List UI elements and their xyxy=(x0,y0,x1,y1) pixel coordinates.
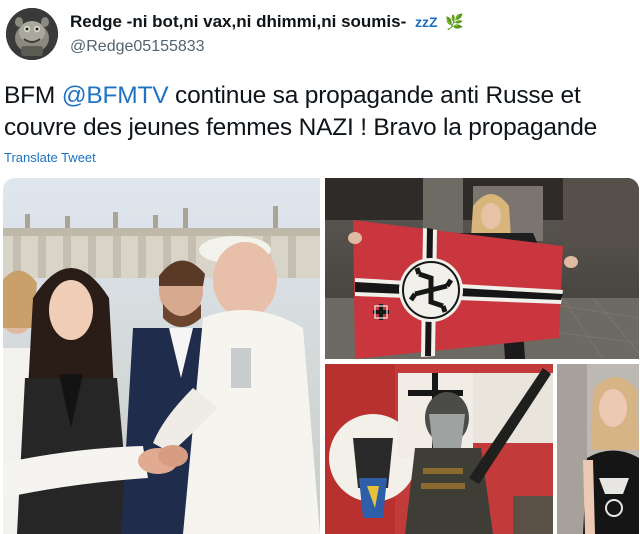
media-grid xyxy=(3,178,639,534)
goblin-avatar-icon xyxy=(6,8,58,60)
tweet-text-line-2: couvre des jeunes femmes NAZI ! Bravo la… xyxy=(4,114,598,141)
woman-in-tank-top-photo[interactable] xyxy=(557,364,639,534)
avatar[interactable] xyxy=(6,8,58,60)
woman-holding-flag-in-ruins-photo[interactable] xyxy=(325,178,639,360)
pope-handshake-photo[interactable] xyxy=(3,178,320,534)
display-name-text: Redge -ni bot,ni vax,ni dhimmi,ni soumis… xyxy=(70,12,407,31)
tweet-text: BFM @BFMTV continue sa propagande anti R… xyxy=(4,80,640,144)
armed-masked-person-with-flags-photo[interactable] xyxy=(325,364,553,534)
leaf-emoji-icon: 🌿 xyxy=(445,14,464,31)
translate-tweet-link[interactable]: Translate Tweet xyxy=(4,150,96,165)
tweet-text-prefix: BFM xyxy=(4,82,62,109)
tweet-text-line1-rest: continue sa propagande anti Russe et xyxy=(168,82,581,109)
sleep-emoji-icon: zzZ xyxy=(414,14,438,30)
mention-link[interactable]: @BFMTV xyxy=(62,82,169,109)
tweet-text-line-1: BFM @BFMTV continue sa propagande anti R… xyxy=(4,80,640,112)
author-display-name[interactable]: Redge -ni bot,ni vax,ni dhimmi,ni soumis… xyxy=(70,12,464,32)
author-handle[interactable]: @Redge05155833 xyxy=(70,38,205,56)
